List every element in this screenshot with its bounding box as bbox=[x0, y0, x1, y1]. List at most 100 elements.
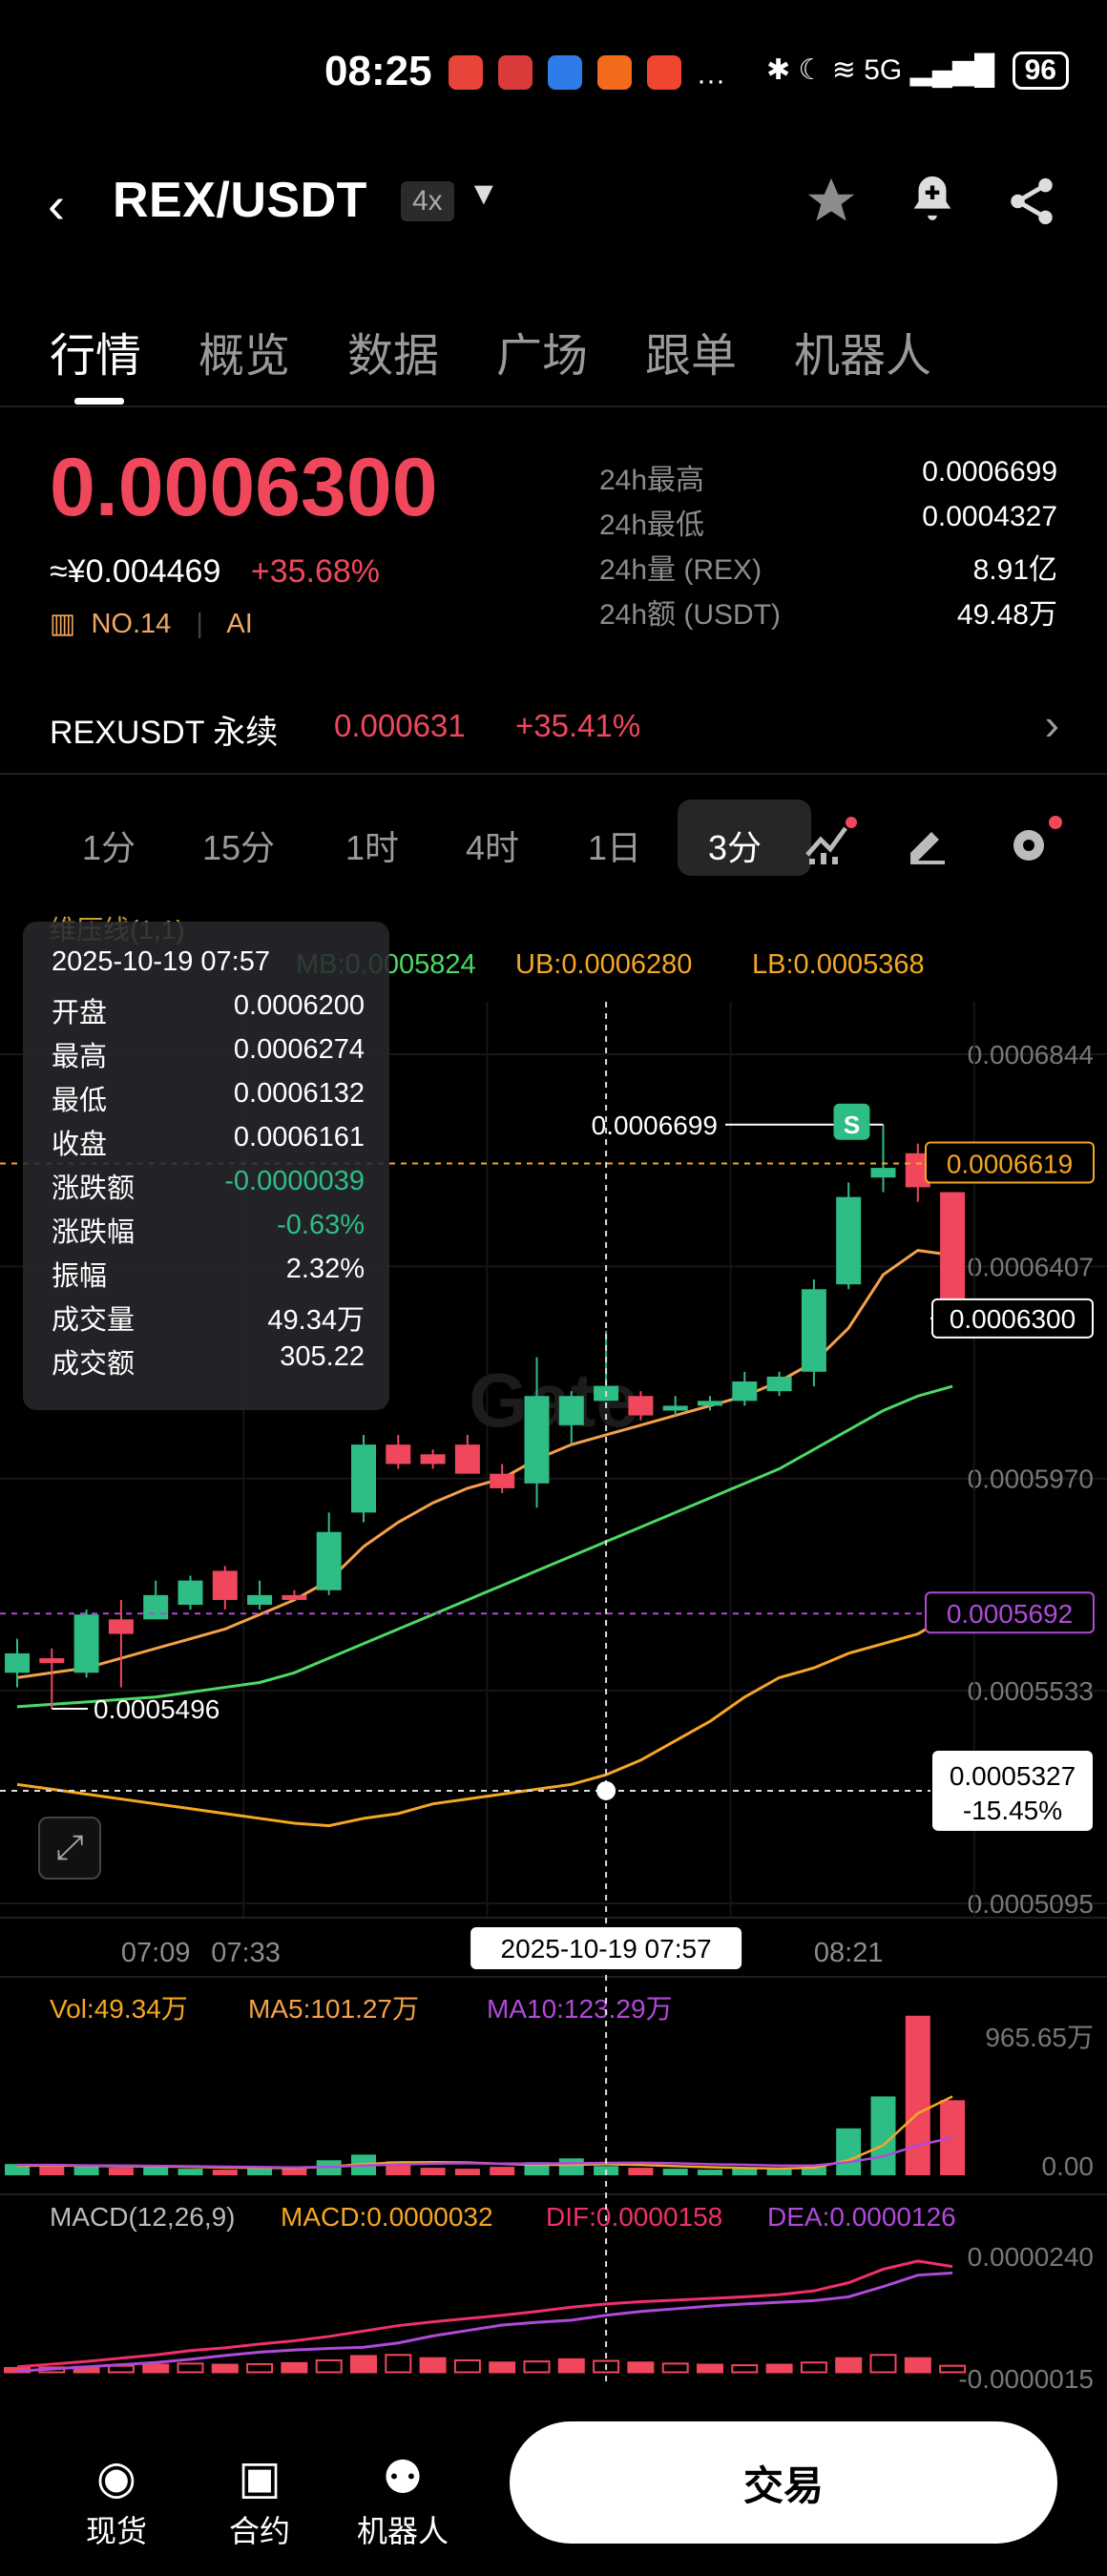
macd-histogram-bar bbox=[869, 2354, 897, 2374]
crosshair-y-pct: -15.45% bbox=[963, 1796, 1062, 1825]
x-tick-label: 07:09 bbox=[121, 1938, 191, 1968]
crosshair-y-label: 0.0005327 bbox=[950, 1761, 1076, 1791]
macd-histogram-bar bbox=[350, 2355, 377, 2374]
timeframe-3m[interactable]: 3分 bbox=[708, 821, 762, 870]
macd-histogram-bar bbox=[107, 2364, 135, 2374]
perpetual-row[interactable]: REXUSDT 永续 0.000631 +35.41% › bbox=[0, 696, 1107, 775]
volume-bar bbox=[420, 2168, 446, 2175]
volume-zero-label: 0.00 bbox=[1042, 2151, 1095, 2181]
volume-bar bbox=[490, 2167, 515, 2175]
rank-badge[interactable]: NO.14 bbox=[91, 609, 171, 639]
macd-histogram-bar bbox=[281, 2361, 308, 2374]
draw-icon[interactable] bbox=[905, 821, 950, 866]
macd-panel: MACD(12,26,9) MACD:0.0000032 DIF:0.0000158… bbox=[0, 2193, 1107, 2394]
tab-data[interactable]: 数据 bbox=[347, 318, 439, 384]
macd-histogram-bar bbox=[697, 2363, 723, 2374]
indicator-icon[interactable] bbox=[804, 817, 857, 864]
system-status: ✱ ☾ ≋ 5G ▂▄▆█ 96 bbox=[766, 52, 1069, 90]
macd-histogram-bar bbox=[142, 2363, 170, 2374]
info-value: 0.0006274 bbox=[233, 1034, 365, 1065]
robot-icon: ⚉ bbox=[382, 2453, 424, 2503]
candle-body bbox=[351, 1444, 376, 1513]
macd-histogram-bar bbox=[246, 2362, 274, 2374]
tab-bots[interactable]: 机器人 bbox=[794, 318, 931, 384]
tab-market[interactable]: 行情 bbox=[50, 318, 141, 384]
status-bar: 08:25 ··· ✱ ☾ ≋ 5G ▂▄▆█ 96 bbox=[0, 0, 1107, 153]
stat-row: 24h量 (REX) 8.91亿 bbox=[599, 546, 1057, 591]
info-row: 成交额 305.22 bbox=[52, 1341, 365, 1381]
candle-body bbox=[870, 1168, 896, 1178]
macd-histogram-bar bbox=[835, 2357, 863, 2374]
macd-histogram-bar bbox=[211, 2363, 239, 2374]
x-tick-label: 08:21 bbox=[814, 1938, 884, 1968]
leverage-badge[interactable]: 4x bbox=[401, 181, 454, 221]
candle-body bbox=[662, 1405, 688, 1411]
candle-body bbox=[73, 1614, 99, 1673]
macd-dif-label: DIF:0.0000158 bbox=[546, 2202, 722, 2232]
purple-level-label: 0.0005692 bbox=[947, 1599, 1073, 1629]
pair-title[interactable]: REX/USDT bbox=[113, 172, 367, 229]
info-row: 振幅 2.32% bbox=[52, 1254, 365, 1294]
stat-value: 49.48万 bbox=[956, 599, 1057, 631]
tag-badge[interactable]: AI bbox=[226, 609, 252, 639]
timeframe-bar: 1分 15分 1时 4时 1日 3分 bbox=[0, 782, 1107, 897]
volume-bar bbox=[178, 2169, 203, 2175]
bell-icon[interactable] bbox=[905, 172, 960, 227]
volume-label: Vol:49.34万 bbox=[50, 1994, 188, 2024]
tab-copy-trading[interactable]: 跟单 bbox=[645, 318, 737, 384]
stat-row: 24h最高 0.0006699 bbox=[599, 456, 1057, 501]
volume-bar bbox=[905, 2015, 930, 2175]
stat-row: 24h最低 0.0004327 bbox=[599, 501, 1057, 546]
info-label: 成交额 bbox=[52, 1349, 136, 1380]
indicator-lb: LB:0.0005368 bbox=[752, 949, 925, 980]
settings-icon[interactable] bbox=[1004, 815, 1065, 868]
tab-overview[interactable]: 概览 bbox=[198, 318, 290, 384]
candle-body bbox=[247, 1594, 273, 1606]
info-value: 0.0006132 bbox=[233, 1078, 365, 1109]
chevron-down-icon[interactable]: ▼ bbox=[468, 176, 500, 213]
candle-body bbox=[386, 1444, 411, 1465]
nav-bot[interactable]: ⚉ 机器人 bbox=[345, 2450, 460, 2551]
nav-contract[interactable]: ▣ 合约 bbox=[202, 2450, 317, 2551]
stat-label: 24h最高 bbox=[599, 465, 705, 496]
macd-histogram-bar bbox=[315, 2358, 343, 2374]
expand-icon[interactable]: ⤢ bbox=[38, 1817, 101, 1880]
tab-square[interactable]: 广场 bbox=[496, 318, 588, 384]
timeframe-1m[interactable]: 1分 bbox=[82, 821, 136, 870]
timeframe-1d[interactable]: 1日 bbox=[588, 821, 641, 870]
info-label: 最低 bbox=[52, 1086, 108, 1116]
divider: | bbox=[196, 609, 203, 639]
network-label: 5G bbox=[864, 54, 903, 86]
info-row: 开盘 0.0006200 bbox=[52, 990, 365, 1030]
share-icon[interactable] bbox=[1004, 174, 1059, 229]
info-row: 成交量 49.34万 bbox=[52, 1298, 365, 1338]
volume-bar bbox=[39, 2166, 65, 2175]
bluetooth-icon: ✱ bbox=[766, 54, 791, 86]
battery-icon: 96 bbox=[1012, 52, 1069, 90]
nav-spot[interactable]: ◉ 现货 bbox=[59, 2450, 174, 2551]
macd-histogram-bar bbox=[453, 2358, 481, 2374]
price-sub: ≈¥0.004469 +35.68% bbox=[50, 553, 380, 591]
stat-value: 0.0004327 bbox=[922, 501, 1057, 532]
y-tick-label: 0.0005533 bbox=[968, 1676, 1094, 1706]
macd-histogram-bar bbox=[627, 2361, 655, 2374]
stat-label: 24h量 (REX) bbox=[599, 554, 762, 586]
candle-body bbox=[732, 1381, 758, 1402]
cny-price: ≈¥0.004469 bbox=[50, 553, 221, 590]
trade-button[interactable]: 交易 bbox=[510, 2421, 1057, 2544]
wifi-icon: ≋ bbox=[831, 54, 856, 86]
back-icon[interactable]: ‹ bbox=[48, 176, 65, 235]
volume-bar bbox=[212, 2170, 238, 2175]
candle-body bbox=[178, 1580, 203, 1606]
star-icon[interactable] bbox=[804, 174, 859, 229]
price-change: +35.68% bbox=[250, 553, 381, 590]
info-label: 成交量 bbox=[52, 1305, 136, 1336]
nav-bot-label: 机器人 bbox=[356, 2514, 449, 2548]
timeframe-15m[interactable]: 15分 bbox=[202, 821, 275, 870]
bottom-nav: ◉ 现货 ▣ 合约 ⚉ 机器人 交易 bbox=[0, 2395, 1107, 2576]
volume-panel: Vol:49.34万 MA5:101.27万 MA10:123.29万 965.65万… bbox=[0, 1976, 1107, 2181]
timeframe-4h[interactable]: 4时 bbox=[466, 821, 519, 870]
stats-24h: 24h最高 0.0006699 24h最低 0.0004327 24h量 (REX)… bbox=[599, 456, 1057, 635]
timeframe-1h[interactable]: 1时 bbox=[345, 821, 399, 870]
candle-body bbox=[801, 1289, 826, 1372]
